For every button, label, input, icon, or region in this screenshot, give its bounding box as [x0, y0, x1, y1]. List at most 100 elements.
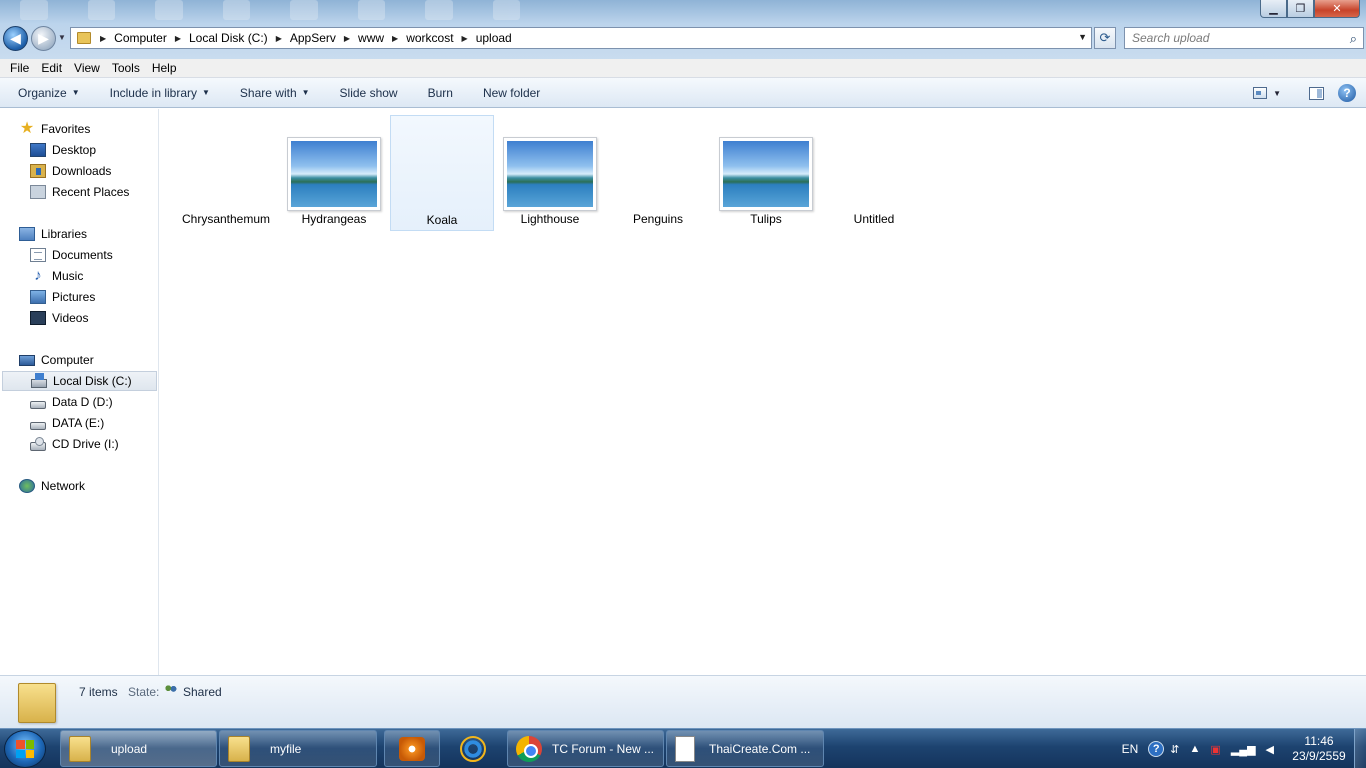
nav-item-music[interactable]: ♪ Music: [2, 266, 157, 286]
taskbar-button-thaicreate[interactable]: ThaiCreate.Com ...: [666, 730, 824, 767]
file-tile-koala[interactable]: Koala: [390, 115, 494, 231]
menu-edit[interactable]: Edit: [35, 61, 68, 75]
forward-button[interactable]: ▶: [31, 26, 56, 51]
file-tile-chrysanthemum[interactable]: Chrysanthemum: [174, 115, 278, 231]
menu-tools[interactable]: Tools: [106, 61, 146, 75]
search-input[interactable]: [1132, 31, 1342, 45]
file-tile-lighthouse[interactable]: Lighthouse: [498, 115, 602, 231]
folder-icon: [69, 735, 91, 762]
recent-pages-chevron-icon[interactable]: ▼: [58, 33, 66, 42]
clock-date: 23/9/2559: [1292, 749, 1346, 763]
chrome-icon: [516, 735, 542, 762]
folder-icon: [77, 32, 91, 44]
menu-help[interactable]: Help: [146, 61, 183, 75]
chevron-right-icon[interactable]: ▶: [175, 34, 181, 43]
show-hidden-icons-icon[interactable]: ▲: [1190, 743, 1201, 755]
keyboard-options-icon[interactable]: ⇵: [1170, 743, 1179, 756]
nav-item-videos[interactable]: Videos: [2, 308, 157, 328]
file-tile-hydrangeas[interactable]: Hydrangeas: [282, 115, 386, 231]
taskbar-button-myfile[interactable]: myfile: [219, 730, 377, 767]
chevron-down-icon: ▼: [301, 88, 310, 97]
search-icon[interactable]: ⌕: [1350, 31, 1357, 47]
maximize-button[interactable]: ❐: [1287, 0, 1314, 18]
breadcrumb-appserv[interactable]: ▶ AppServ: [268, 28, 336, 48]
window-controls: ▁ ❐ ✕: [1260, 0, 1360, 18]
chevron-down-icon[interactable]: ▼: [1273, 89, 1281, 98]
remove-hardware-icon[interactable]: ▣: [1210, 743, 1220, 756]
nav-item-recent-places[interactable]: Recent Places: [2, 182, 157, 202]
nav-item-downloads[interactable]: Downloads: [2, 161, 157, 181]
file-tile-untitled[interactable]: Untitled: [822, 115, 926, 231]
taskbar-button-upload[interactable]: upload: [60, 730, 217, 767]
windows-logo-icon: [16, 740, 34, 758]
address-bar[interactable]: ▶ Computer ▶ Local Disk (C:) ▶ AppServ ▶ www…: [70, 27, 1092, 49]
start-button[interactable]: [4, 730, 46, 768]
cd-drive-icon: [30, 436, 46, 451]
chevron-right-icon[interactable]: ▶: [392, 34, 398, 43]
show-desktop-button[interactable]: [1354, 729, 1366, 768]
new-folder-button[interactable]: New folder: [472, 86, 551, 100]
back-button[interactable]: ◀: [3, 26, 28, 51]
chevron-right-icon[interactable]: ▶: [462, 34, 468, 43]
file-name: Lighthouse: [520, 212, 580, 226]
drive-icon: [30, 421, 46, 430]
chevron-right-icon[interactable]: ▶: [276, 34, 282, 43]
chevron-right-icon[interactable]: ▶: [344, 34, 350, 43]
nav-item-data-d[interactable]: Data D (D:): [2, 392, 157, 412]
taskbar-button-media-player[interactable]: [384, 730, 440, 767]
nav-item-desktop[interactable]: Desktop: [2, 140, 157, 160]
help-icon[interactable]: ?: [1338, 84, 1356, 102]
taskbar-button-chrome[interactable]: TC Forum - New ...: [507, 730, 664, 767]
breadcrumb-workcost[interactable]: ▶ workcost: [384, 28, 454, 48]
computer-icon: [19, 354, 35, 366]
breadcrumb-computer[interactable]: ▶ Computer: [96, 28, 167, 48]
network-signal-icon[interactable]: ▂▄▆: [1231, 743, 1256, 756]
refresh-button[interactable]: ⟳: [1094, 27, 1116, 49]
shared-users-icon: [163, 683, 178, 696]
thumbnail-hydrangeas: [287, 137, 381, 211]
libraries-icon: [19, 227, 35, 241]
search-box[interactable]: ⌕: [1124, 27, 1364, 49]
nav-item-documents[interactable]: Documents: [2, 245, 157, 265]
file-tile-penguins[interactable]: Penguins: [606, 115, 710, 231]
include-in-library-button[interactable]: Include in library ▼: [99, 86, 221, 100]
organize-button[interactable]: Organize ▼: [0, 86, 91, 100]
nav-item-cd-drive[interactable]: CD Drive (I:): [2, 434, 157, 454]
nav-item-data-e[interactable]: DATA (E:): [2, 413, 157, 433]
desktop-icon: [30, 143, 46, 157]
details-pane: 7 items State: Shared: [0, 675, 1366, 728]
nav-group-libraries[interactable]: Libraries: [0, 224, 158, 244]
burn-button[interactable]: Burn: [417, 86, 464, 100]
menu-file[interactable]: File: [4, 61, 35, 75]
file-tile-tulips[interactable]: Tulips: [714, 115, 818, 231]
slide-show-button[interactable]: Slide show: [329, 86, 409, 100]
nav-item-pictures[interactable]: Pictures: [2, 287, 157, 307]
chevron-down-icon: ▼: [202, 88, 210, 97]
volume-icon[interactable]: ◀: [1266, 743, 1274, 756]
taskbar-button-internet-explorer[interactable]: [444, 730, 502, 767]
breadcrumb-local-disk[interactable]: ▶ Local Disk (C:): [167, 28, 268, 48]
chevron-right-icon[interactable]: ▶: [100, 34, 106, 43]
minimize-button[interactable]: ▁: [1260, 0, 1287, 18]
change-view-icon[interactable]: [1253, 87, 1268, 99]
address-history-dropdown-icon[interactable]: ▼: [1078, 32, 1087, 42]
help-icon[interactable]: ?: [1148, 741, 1165, 757]
nav-item-local-disk-c[interactable]: Local Disk (C:): [2, 371, 157, 391]
breadcrumb-www[interactable]: ▶ www: [336, 28, 384, 48]
recent-places-icon: [30, 185, 46, 199]
file-name: Koala: [426, 213, 458, 227]
language-indicator[interactable]: EN: [1122, 742, 1139, 756]
file-name: Penguins: [632, 212, 684, 226]
nav-group-favorites[interactable]: ★ Favorites: [0, 119, 158, 139]
share-with-button[interactable]: Share with ▼: [229, 86, 321, 100]
preview-pane-icon[interactable]: [1309, 86, 1324, 100]
close-button[interactable]: ✕: [1314, 0, 1360, 18]
nav-group-network[interactable]: Network: [0, 476, 158, 496]
file-list: Chrysanthemum Hydrangeas Koala Lighthous…: [160, 109, 1366, 675]
clock[interactable]: 11:46 23/9/2559: [1284, 734, 1354, 764]
landscape-image: [723, 141, 809, 207]
nav-group-computer[interactable]: Computer: [0, 350, 158, 370]
thumbnail-untitled: [829, 130, 919, 209]
menu-view[interactable]: View: [68, 61, 106, 75]
breadcrumb-upload[interactable]: ▶ upload: [454, 28, 512, 48]
